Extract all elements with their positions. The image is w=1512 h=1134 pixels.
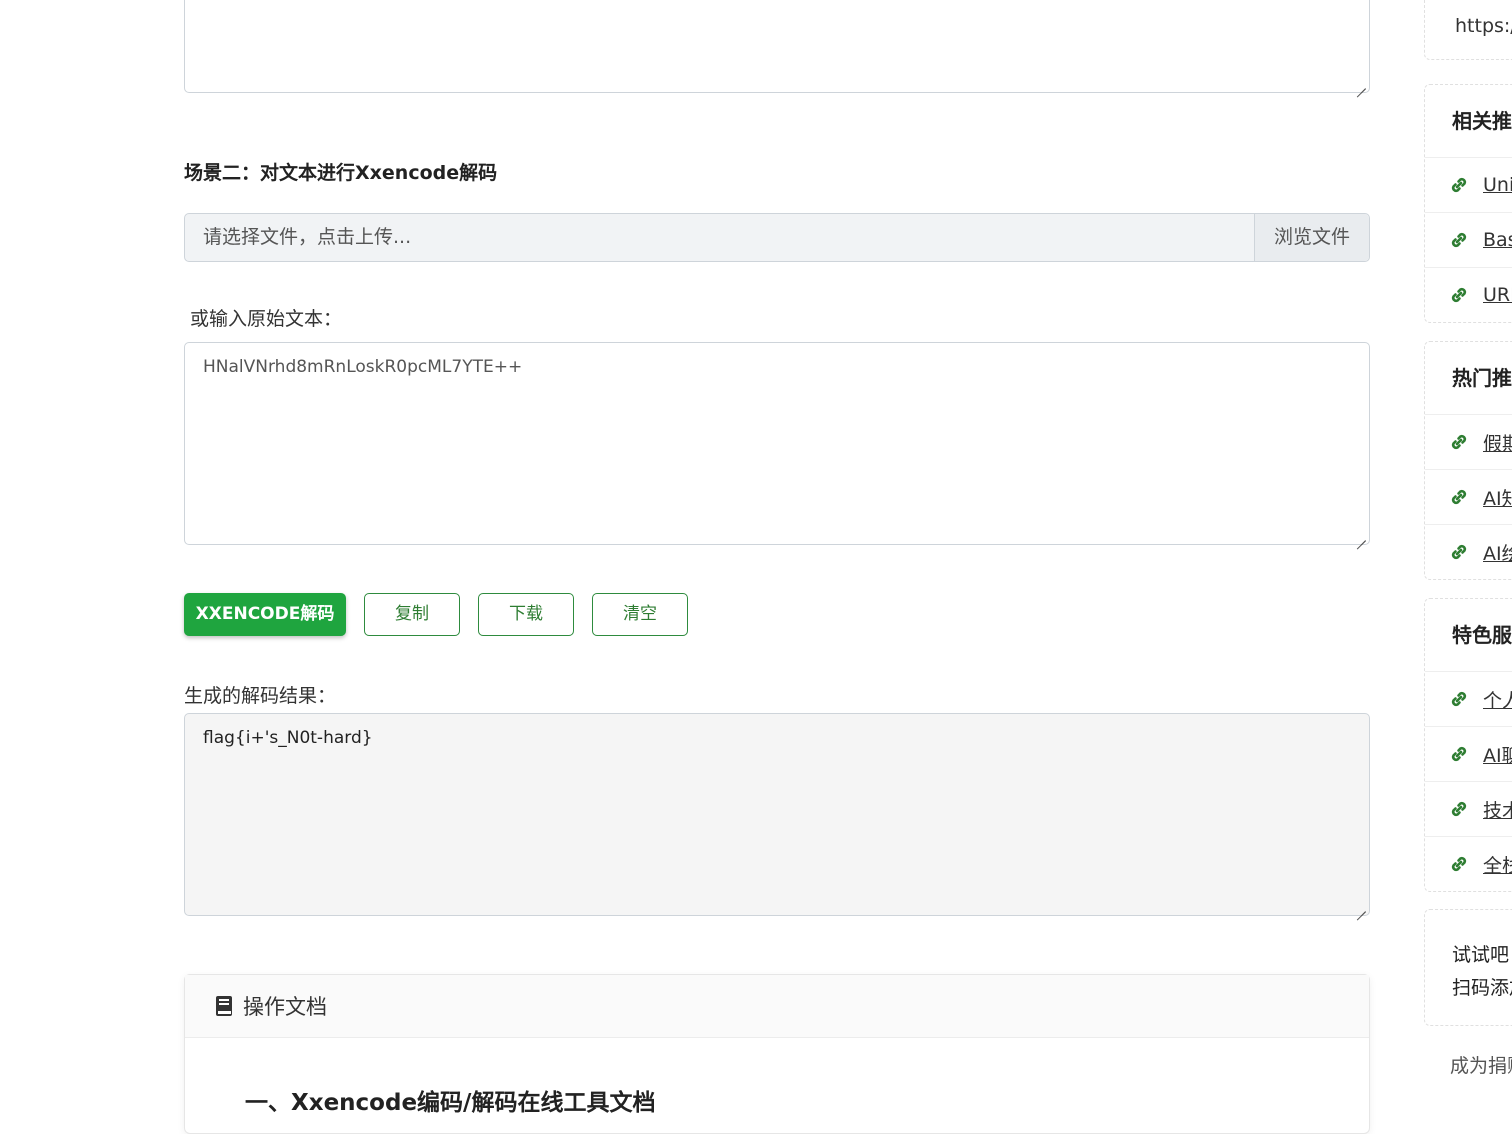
- resize-grip[interactable]: [1356, 79, 1366, 89]
- encode-text-area[interactable]: [184, 0, 1370, 93]
- hot-link[interactable]: AI绘: [1483, 539, 1512, 566]
- resize-grip[interactable]: [1356, 531, 1366, 541]
- featured-item[interactable]: 技术: [1425, 782, 1512, 837]
- hot-link[interactable]: AI知: [1483, 484, 1512, 511]
- hot-item[interactable]: 假期: [1425, 415, 1512, 470]
- featured-item[interactable]: AI聊: [1425, 727, 1512, 782]
- upload-placeholder[interactable]: 请选择文件，点击上传...: [185, 214, 1254, 261]
- docs-heading: 一、Xxencode编码/解码在线工具文档: [245, 1090, 656, 1116]
- link-icon: [1451, 856, 1467, 872]
- result-label: 生成的解码结果：: [184, 685, 337, 707]
- sidebar-url-box: https:/: [1424, 0, 1512, 60]
- featured-link[interactable]: 全栈: [1483, 851, 1512, 878]
- link-icon: [1451, 691, 1467, 707]
- decode-button[interactable]: XXENCODE解码: [184, 593, 346, 636]
- sidebar-url-text[interactable]: https:/: [1455, 15, 1512, 37]
- featured-link[interactable]: 个人: [1483, 686, 1512, 713]
- book-icon: [216, 996, 232, 1016]
- featured-title: 特色服务: [1425, 599, 1512, 672]
- featured-item[interactable]: 全栈: [1425, 837, 1512, 891]
- promo-card: 试试吧 扫码添加: [1424, 909, 1512, 1026]
- link-icon: [1451, 746, 1467, 762]
- file-upload[interactable]: 请选择文件，点击上传... 浏览文件: [184, 213, 1370, 262]
- related-title: 相关推荐: [1425, 85, 1512, 158]
- related-item[interactable]: Bas: [1425, 213, 1512, 268]
- browse-file-button[interactable]: 浏览文件: [1254, 214, 1369, 261]
- hot-item[interactable]: AI知: [1425, 470, 1512, 525]
- input-label: 或输入原始文本：: [190, 308, 343, 330]
- promo-line2: 扫码添加: [1452, 977, 1512, 999]
- link-icon: [1451, 489, 1467, 505]
- copy-button[interactable]: 复制: [364, 593, 460, 636]
- related-link[interactable]: URL: [1483, 284, 1512, 306]
- link-icon: [1451, 287, 1467, 303]
- docs-header[interactable]: 操作文档: [185, 975, 1369, 1038]
- featured-link[interactable]: AI聊: [1483, 741, 1512, 768]
- donor-link[interactable]: 成为捐赠: [1450, 1051, 1512, 1078]
- scenario-heading: 场景二：对文本进行Xxencode解码: [184, 162, 498, 184]
- link-icon: [1451, 434, 1467, 450]
- featured-link[interactable]: 技术: [1483, 796, 1512, 823]
- input-text-value: HNalVNrhd8mRnLoskR0pcML7YTE++: [203, 357, 523, 377]
- hot-title: 热门推荐: [1425, 342, 1512, 415]
- input-text-area[interactable]: HNalVNrhd8mRnLoskR0pcML7YTE++: [184, 342, 1370, 545]
- related-link[interactable]: Bas: [1483, 229, 1512, 251]
- hot-card: 热门推荐 假期 AI知 AI绘: [1424, 341, 1512, 580]
- link-icon: [1451, 177, 1467, 193]
- docs-panel: 操作文档 一、Xxencode编码/解码在线工具文档: [184, 974, 1370, 1134]
- link-icon: [1451, 801, 1467, 817]
- link-icon: [1451, 544, 1467, 560]
- featured-item[interactable]: 个人: [1425, 672, 1512, 727]
- resize-grip[interactable]: [1356, 902, 1366, 912]
- result-text-area[interactable]: flag{i+'s_N0t-hard}: [184, 713, 1370, 916]
- featured-card: 特色服务 个人 AI聊 技术 全栈: [1424, 598, 1512, 892]
- hot-link[interactable]: 假期: [1483, 429, 1512, 456]
- clear-button[interactable]: 清空: [592, 593, 688, 636]
- promo-line1: 试试吧: [1452, 944, 1510, 966]
- link-icon: [1451, 232, 1467, 248]
- hot-item[interactable]: AI绘: [1425, 525, 1512, 579]
- related-link[interactable]: Uni: [1483, 174, 1512, 196]
- related-item[interactable]: Uni: [1425, 158, 1512, 213]
- related-item[interactable]: URL: [1425, 268, 1512, 322]
- download-button[interactable]: 下载: [478, 593, 574, 636]
- result-text-value: flag{i+'s_N0t-hard}: [203, 728, 373, 748]
- related-card: 相关推荐 Uni Bas URL: [1424, 84, 1512, 323]
- docs-header-title: 操作文档: [243, 995, 327, 1019]
